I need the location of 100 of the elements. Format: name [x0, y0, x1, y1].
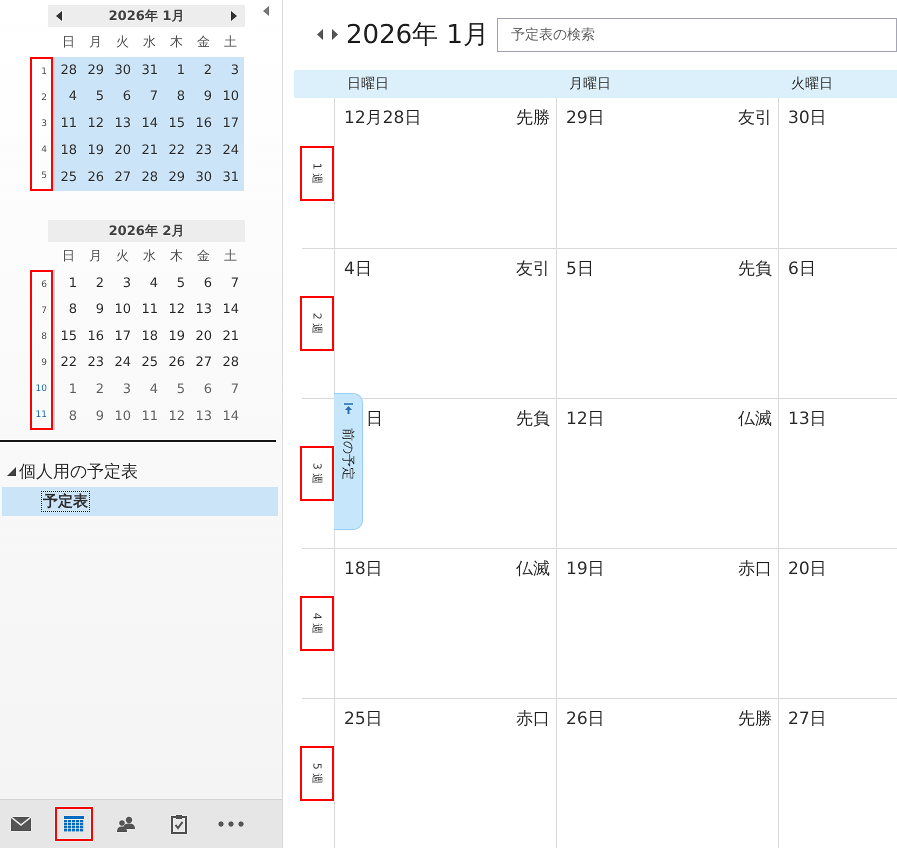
calendar-day[interactable]: 29 [163, 164, 190, 190]
week-number[interactable]: 1 [32, 59, 51, 85]
week-number[interactable]: 6 [32, 272, 51, 298]
calendar-day[interactable]: 14 [217, 403, 244, 430]
calendar-day[interactable]: 20 [109, 137, 136, 164]
calendar-day[interactable]: 19 [82, 137, 109, 164]
previous-month-icon[interactable] [56, 11, 63, 21]
calendar-day[interactable]: 11 [55, 110, 82, 137]
calendar-day[interactable]: 10 [217, 84, 244, 110]
calendar-day[interactable]: 4 [136, 270, 163, 296]
week-number[interactable]: 4 [32, 137, 51, 163]
calendar-day[interactable]: 12 [82, 110, 109, 137]
calendar-day[interactable]: 4 [55, 84, 82, 110]
calendar-day[interactable]: 9 [82, 296, 109, 323]
calendar-day[interactable]: 12 [163, 403, 190, 430]
week-label[interactable]: 3 週 [300, 446, 334, 501]
calendar-day[interactable]: 20 [190, 323, 217, 350]
calendar-day[interactable]: 8 [55, 403, 82, 430]
calendar-day[interactable]: 9 [190, 84, 217, 110]
calendar-day[interactable]: 11 [136, 403, 163, 430]
calendar-day[interactable]: 17 [217, 110, 244, 137]
calendar-day[interactable]: 2 [82, 376, 109, 403]
calendar-day[interactable]: 13 [109, 110, 136, 137]
calendar-day[interactable]: 8 [163, 84, 190, 110]
collapse-icon[interactable] [262, 6, 270, 16]
calendar-day[interactable]: 17 [109, 323, 136, 350]
calendar-day[interactable]: 26 [163, 350, 190, 376]
calendar-day[interactable]: 14 [136, 110, 163, 137]
week-number[interactable]: 9 [32, 350, 51, 376]
previous-appointment-tab[interactable]: 前の予定 [334, 393, 363, 530]
calendar-day[interactable]: 6 [190, 376, 217, 403]
calendar-day[interactable]: 16 [82, 323, 109, 350]
calendar-day[interactable]: 7 [217, 376, 244, 403]
calendar-day[interactable]: 8 [55, 296, 82, 323]
calendar-day[interactable]: 15 [55, 323, 82, 350]
calendar-day[interactable]: 25 [55, 164, 82, 190]
calendar-day[interactable]: 19 [163, 323, 190, 350]
calendar-day[interactable]: 31 [217, 164, 244, 190]
search-field[interactable]: 予定表の検索 [496, 18, 897, 52]
calendar-day[interactable]: 23 [190, 137, 217, 164]
calendar-day[interactable]: 1 [163, 57, 190, 83]
calendar-day[interactable]: 10 [109, 296, 136, 323]
calendar-day[interactable]: 26 [82, 164, 109, 190]
week-number[interactable]: 7 [32, 298, 51, 324]
calendar-day[interactable]: 1 [55, 270, 82, 296]
calendar-day[interactable]: 13 [190, 403, 217, 430]
week-label[interactable]: 5 週 [300, 746, 334, 801]
calendar-day[interactable]: 22 [55, 350, 82, 376]
calendar-day[interactable]: 9 [82, 403, 109, 430]
calendar-day[interactable]: 5 [82, 84, 109, 110]
calendar-day[interactable]: 29 [82, 57, 109, 83]
calendar-day[interactable]: 1 [55, 376, 82, 403]
calendar-day[interactable]: 28 [55, 57, 82, 83]
calendar-day[interactable]: 30 [190, 164, 217, 190]
calendar-day[interactable]: 31 [136, 57, 163, 83]
week-number[interactable]: 11 [32, 402, 51, 428]
week-label[interactable]: 1 週 [300, 146, 334, 200]
calendar-day[interactable]: 28 [217, 350, 244, 376]
week-number[interactable]: 2 [32, 85, 51, 111]
calendar-day[interactable]: 4 [136, 376, 163, 403]
week-number[interactable]: 8 [32, 324, 51, 350]
calendar-day[interactable]: 25 [136, 350, 163, 376]
calendar-day[interactable]: 22 [163, 137, 190, 164]
calendar-day[interactable]: 2 [190, 57, 217, 83]
calendar-day[interactable]: 10 [109, 403, 136, 430]
calendar-day[interactable]: 5 [163, 270, 190, 296]
calendar-day[interactable]: 18 [55, 137, 82, 164]
calendar-day[interactable]: 3 [109, 270, 136, 296]
calendar-day[interactable]: 13 [190, 296, 217, 323]
calendar-list-item[interactable]: 予定表 [2, 487, 278, 516]
week-number[interactable]: 3 [32, 111, 51, 137]
calendar-day[interactable]: 5 [163, 376, 190, 403]
calendar-day[interactable]: 23 [82, 350, 109, 376]
calendar-day[interactable]: 30 [109, 57, 136, 83]
calendar-day[interactable]: 6 [190, 270, 217, 296]
calendar-day[interactable]: 3 [217, 57, 244, 83]
calendar-day[interactable]: 7 [217, 270, 244, 296]
calendar-day[interactable]: 16 [190, 110, 217, 137]
calendar-day[interactable]: 15 [163, 110, 190, 137]
calendar-day[interactable]: 2 [82, 270, 109, 296]
week-label[interactable]: 4 週 [300, 596, 334, 651]
calendar-day[interactable]: 24 [217, 137, 244, 164]
calendar-day[interactable]: 3 [109, 376, 136, 403]
calendar-day[interactable]: 28 [136, 164, 163, 190]
calendar-day[interactable]: 27 [190, 350, 217, 376]
next-month-icon[interactable] [230, 11, 237, 21]
calendar-day[interactable]: 27 [109, 164, 136, 190]
calendar-day[interactable]: 11 [136, 296, 163, 323]
week-label[interactable]: 2 週 [300, 296, 334, 351]
expanded-icon[interactable] [7, 467, 16, 476]
calendar-day[interactable]: 7 [136, 84, 163, 110]
calendar-day[interactable]: 18 [136, 323, 163, 350]
calendar-day[interactable]: 12 [163, 296, 190, 323]
nav-button[interactable] [54, 807, 92, 841]
calendar-day[interactable]: 14 [217, 296, 244, 323]
week-number[interactable]: 5 [32, 163, 51, 189]
calendar-day[interactable]: 21 [136, 137, 163, 164]
calendar-day[interactable]: 6 [109, 84, 136, 110]
week-number[interactable]: 10 [32, 376, 51, 402]
calendar-day[interactable]: 21 [217, 323, 244, 350]
